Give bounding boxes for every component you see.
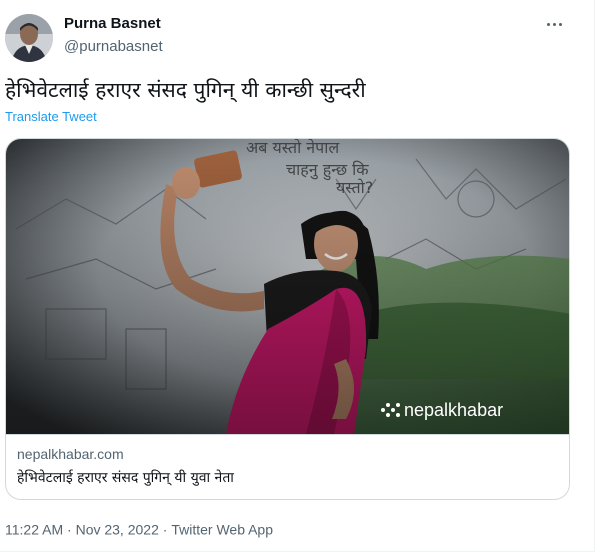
link-card[interactable]: अब यस्तो नेपाल चाहनु हुन्छ कि यस्तो? (5, 138, 570, 500)
separator-dot: · (67, 521, 72, 538)
card-image: अब यस्तो नेपाल चाहनु हुन्छ कि यस्तो? (6, 139, 569, 434)
more-dot-icon (552, 22, 556, 26)
card-meta: nepalkhabar.com हेभिवेटलाई हराएर संसद पु… (6, 434, 569, 499)
more-dot-icon (546, 22, 550, 26)
author-block: Purna Basnet @purnabasnet (64, 14, 163, 57)
translate-tweet-link[interactable]: Translate Tweet (5, 109, 97, 124)
separator-dot: · (162, 521, 168, 538)
more-options-button[interactable] (540, 14, 568, 34)
tweet-source: Twitter Web App (171, 521, 274, 538)
avatar-image (5, 14, 53, 62)
svg-text:nepalkhabar: nepalkhabar (404, 400, 503, 420)
tweet-date[interactable]: Nov 23, 2022 (76, 521, 159, 537)
avatar[interactable] (5, 14, 53, 62)
tweet-time[interactable]: 11:22 AM (5, 521, 63, 537)
tweet-timestamp: 11:22 AM · Nov 23, 2022 · Twitter Web Ap… (5, 520, 273, 537)
more-dot-icon (558, 22, 562, 26)
author-name[interactable]: Purna Basnet (64, 14, 163, 34)
tweet-text: हेभिवेटलाई हराएर संसद पुगिन् यी कान्छी स… (5, 78, 366, 102)
tweet-container: Purna Basnet @purnabasnet हेभिवेटलाई हरा… (0, 0, 595, 552)
card-domain: nepalkhabar.com (17, 446, 124, 462)
author-handle[interactable]: @purnabasnet (64, 37, 163, 57)
card-title: हेभिवेटलाई हराएर संसद पुगिन् यी युवा नेत… (17, 470, 234, 486)
